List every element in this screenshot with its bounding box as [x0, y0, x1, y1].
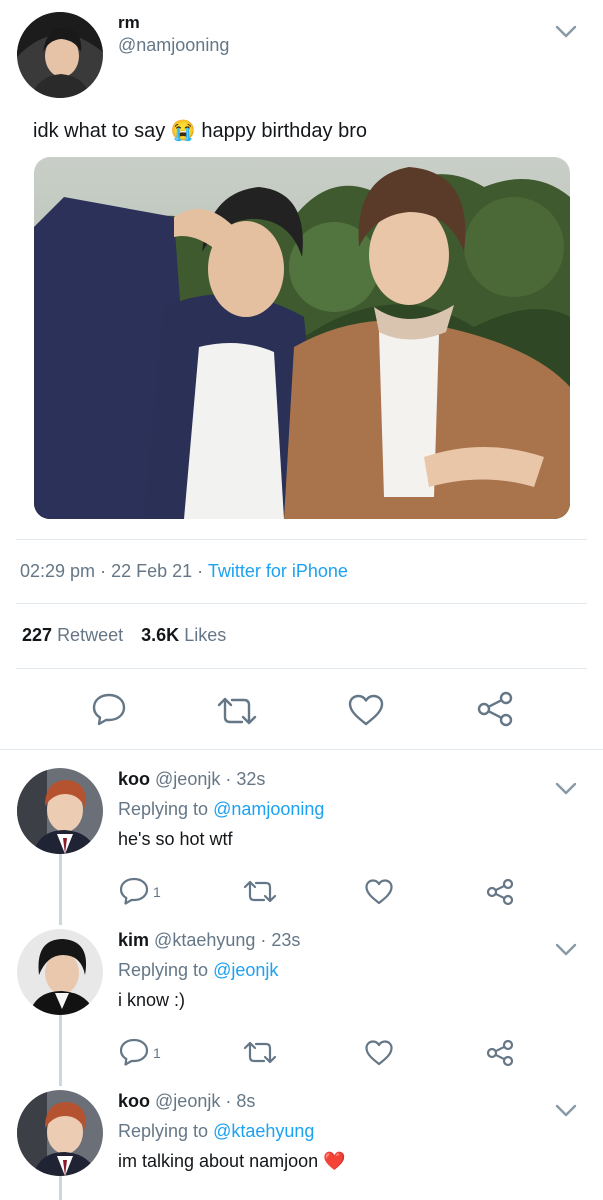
replying-to-link[interactable]: @jeonjk: [213, 960, 278, 980]
photo-image: [34, 157, 570, 519]
replying-to-line: Replying to @jeonjk: [118, 960, 278, 981]
thread-connector: [59, 1175, 62, 1200]
handle[interactable]: @namjooning: [118, 35, 229, 56]
replying-to-link[interactable]: @namjooning: [213, 799, 324, 819]
retweets-count: 227: [22, 625, 53, 645]
tweet-time: 02:29 pm: [20, 561, 96, 581]
reply-text: im talking about namjoon: [118, 1151, 319, 1171]
reply-text-line: im talking about namjoon ❤️: [118, 1151, 346, 1172]
retweet-icon[interactable]: [242, 1040, 278, 1065]
thread-connector: [59, 1014, 62, 1086]
chevron-down-icon[interactable]: [555, 25, 577, 39]
share-icon[interactable]: [485, 877, 515, 907]
reply-header: kim @ktaehyung · 23s: [118, 930, 300, 951]
avatar[interactable]: [17, 768, 103, 854]
replying-to-label: Replying to: [118, 1121, 209, 1141]
retweets-stat[interactable]: 227 Retweet: [22, 625, 128, 645]
avatar-image: [17, 1090, 103, 1176]
crying-emoji: 😭: [170, 120, 196, 142]
heart-emoji: ❤️: [323, 1151, 346, 1171]
replying-to-label: Replying to: [118, 960, 209, 980]
reply-icon[interactable]: [119, 1038, 149, 1066]
heart-icon[interactable]: [364, 1039, 394, 1066]
reply-display-name[interactable]: koo: [118, 769, 150, 789]
reply-handle[interactable]: @ktaehyung: [154, 930, 255, 950]
tweet-stats: 227 Retweet 3.6K Likes: [22, 625, 226, 646]
tweet-photo[interactable]: [34, 157, 570, 519]
replying-to-line: Replying to @ktaehyung: [118, 1121, 314, 1142]
tweet-meta: 02:29 pm · 22 Feb 21 · Twitter for iPhon…: [20, 561, 348, 582]
display-name[interactable]: rm: [118, 13, 140, 33]
chevron-down-icon[interactable]: [555, 943, 577, 957]
reply-display-name[interactable]: koo: [118, 1091, 150, 1111]
thread-connector: [59, 853, 62, 925]
replying-to-line: Replying to @namjooning: [118, 799, 324, 820]
avatar[interactable]: [17, 1090, 103, 1176]
heart-icon[interactable]: [347, 693, 385, 727]
meta-separator: ·: [100, 561, 107, 581]
chevron-down-icon[interactable]: [555, 1104, 577, 1118]
divider: [16, 539, 587, 540]
divider: [0, 749, 603, 750]
avatar[interactable]: [17, 929, 103, 1015]
likes-count: 3.6K: [141, 625, 180, 645]
divider: [16, 668, 587, 669]
avatar-image: [17, 929, 103, 1015]
reply-handle[interactable]: @jeonjk: [155, 1091, 220, 1111]
reply-time: · 23s: [260, 930, 301, 950]
avatar[interactable]: [17, 12, 103, 98]
share-icon[interactable]: [475, 690, 515, 728]
tweet-source-link[interactable]: Twitter for iPhone: [208, 561, 348, 581]
reply-text: i know :): [118, 990, 186, 1010]
share-icon[interactable]: [485, 1038, 515, 1068]
replying-to-link[interactable]: @ktaehyung: [213, 1121, 314, 1141]
reply-text: he's so hot wtf: [118, 829, 233, 849]
reply-count: 1: [153, 1045, 161, 1061]
chevron-down-icon[interactable]: [555, 782, 577, 796]
tweet-date: 22 Feb 21: [111, 561, 193, 581]
reply-header: koo @jeonjk · 8s: [118, 1091, 255, 1112]
likes-label: Likes: [184, 625, 227, 645]
tweet-text: idk what to say 😭 happy birthday bro: [33, 118, 367, 143]
retweets-label: Retweet: [57, 625, 124, 645]
meta-separator: ·: [197, 561, 204, 581]
reply-icon[interactable]: [91, 692, 127, 726]
retweet-icon[interactable]: [215, 696, 259, 726]
reply-display-name[interactable]: kim: [118, 930, 149, 950]
reply-handle[interactable]: @jeonjk: [155, 769, 220, 789]
reply-time: · 32s: [225, 769, 266, 789]
reply-icon[interactable]: [119, 877, 149, 905]
reply-count: 1: [153, 884, 161, 900]
likes-stat[interactable]: 3.6K Likes: [141, 625, 226, 645]
retweet-icon[interactable]: [242, 879, 278, 904]
replying-to-label: Replying to: [118, 799, 209, 819]
tweet-text-part2: happy birthday bro: [201, 120, 367, 142]
divider: [16, 603, 587, 604]
reply-time: · 8s: [225, 1091, 256, 1111]
reply-header: koo @jeonjk · 32s: [118, 769, 265, 790]
tweet-text-part1: idk what to say: [33, 120, 166, 142]
avatar-image: [17, 12, 103, 98]
avatar-image: [17, 768, 103, 854]
heart-icon[interactable]: [364, 878, 394, 905]
